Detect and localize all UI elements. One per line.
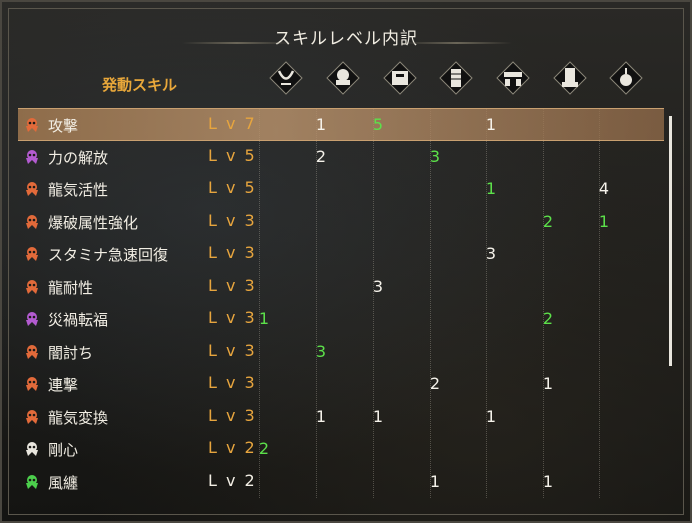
active-skills-header: 発動スキル <box>102 76 178 94</box>
skill-icon <box>24 344 40 360</box>
skill-icon <box>24 376 40 392</box>
skill-value-cell: 1 <box>485 406 497 426</box>
skill-breakdown-panel: スキルレベル内訳 発動スキル 攻撃 L v 7 1 5 1 力の解放 L v 5 2 3 龍気活性… <box>0 0 692 523</box>
skill-value-cell: 1 <box>315 115 327 134</box>
skill-value-cell: 2 <box>542 211 554 231</box>
skill-value-cell: 2 <box>542 309 554 328</box>
skill-level: L v 3 <box>208 405 257 425</box>
skill-row[interactable]: 風纏 L v 2 1 1 <box>18 466 664 499</box>
skill-level: L v 7 <box>208 114 257 133</box>
skill-value-cell: 3 <box>485 244 497 263</box>
skill-name: 龍耐性 <box>48 278 94 297</box>
scrollbar[interactable] <box>669 116 672 366</box>
skill-value-cell: 5 <box>372 115 384 134</box>
skill-row[interactable]: スタミナ急速回復 L v 3 3 <box>18 238 664 271</box>
chest-icon <box>382 60 418 96</box>
skill-row[interactable]: 剛心 L v 22 <box>18 433 664 466</box>
skill-level: L v 2 <box>208 470 257 490</box>
skill-value-cell: 1 <box>372 406 384 426</box>
skill-level: L v 5 <box>208 145 257 165</box>
skill-name: 災禍転福 <box>48 311 109 329</box>
skill-value-cell: 1 <box>485 179 497 198</box>
skill-name: 攻撃 <box>48 117 79 135</box>
skill-level: L v 3 <box>208 243 257 262</box>
skill-value-cell: 2 <box>315 146 327 166</box>
skill-value-cell: 2 <box>258 439 270 458</box>
skill-name: 力の解放 <box>48 148 109 167</box>
skill-level: L v 3 <box>208 210 257 230</box>
skill-row[interactable]: 闇討ち L v 3 3 <box>18 336 664 369</box>
skill-value-cell: 1 <box>258 309 270 328</box>
skill-value-cell: 1 <box>485 115 497 134</box>
skill-level: L v 3 <box>208 373 257 392</box>
helm-icon <box>325 60 361 96</box>
weapon-icon <box>268 60 304 96</box>
skill-value-cell: 1 <box>598 211 610 231</box>
skill-row[interactable]: 災禍転福 L v 312 <box>18 303 664 336</box>
skill-value-cell: 2 <box>429 374 441 393</box>
skill-icon <box>24 214 40 230</box>
skill-name: スタミナ急速回復 <box>48 246 169 264</box>
skill-icon <box>24 181 40 197</box>
skill-name: 風纏 <box>48 473 79 492</box>
skill-icon <box>24 409 40 425</box>
title-decoration-right <box>402 42 512 44</box>
skill-value-cell: 1 <box>315 406 327 426</box>
skill-value-cell: 4 <box>598 179 610 198</box>
skill-name: 闇討ち <box>48 343 94 362</box>
skill-row[interactable]: 龍気変換 L v 3 1 1 1 <box>18 401 664 434</box>
skill-icon <box>24 149 40 165</box>
skill-row[interactable]: 龍気活性 L v 5 1 4 <box>18 173 664 206</box>
legs-icon <box>552 60 588 96</box>
skill-level: L v 5 <box>208 178 257 197</box>
skill-name: 連撃 <box>48 376 79 394</box>
skill-row[interactable]: 龍耐性 L v 3 3 <box>18 271 664 304</box>
skill-level: L v 3 <box>208 340 257 360</box>
charm-icon <box>608 60 644 96</box>
panel-title: スキルレベル内訳 <box>274 29 418 49</box>
skill-value-cell: 1 <box>542 471 554 491</box>
skill-icon <box>24 279 40 295</box>
skill-list: 攻撃 L v 7 1 5 1 力の解放 L v 5 2 3 龍気活性 L v 5 1 4 爆破属性強化 L … <box>18 108 664 498</box>
skill-icon <box>24 311 40 327</box>
waist-icon <box>495 60 531 96</box>
skill-value-cell: 1 <box>542 374 554 393</box>
skill-icon <box>24 474 40 490</box>
skill-value-cell: 3 <box>372 276 384 296</box>
skill-value-cell: 3 <box>429 146 441 166</box>
skill-icon <box>24 441 40 457</box>
title-decoration-left <box>182 42 292 44</box>
skill-row[interactable]: 連撃 L v 3 2 1 <box>18 368 664 401</box>
skill-value-cell: 1 <box>429 471 441 491</box>
skill-value-cell: 3 <box>315 341 327 361</box>
skill-name: 龍気活性 <box>48 181 109 199</box>
skill-icon <box>24 117 40 133</box>
skill-icon <box>24 246 40 262</box>
skill-row[interactable]: 爆破属性強化 L v 3 2 1 <box>18 206 664 239</box>
skill-row[interactable]: 力の解放 L v 5 2 3 <box>18 141 664 174</box>
arms-icon <box>438 60 474 96</box>
skill-name: 爆破属性強化 <box>48 213 139 232</box>
skill-name: 龍気変換 <box>48 408 109 427</box>
skill-row[interactable]: 攻撃 L v 7 1 5 1 <box>18 108 664 141</box>
skill-name: 剛心 <box>48 441 79 459</box>
skill-level: L v 3 <box>208 275 257 295</box>
